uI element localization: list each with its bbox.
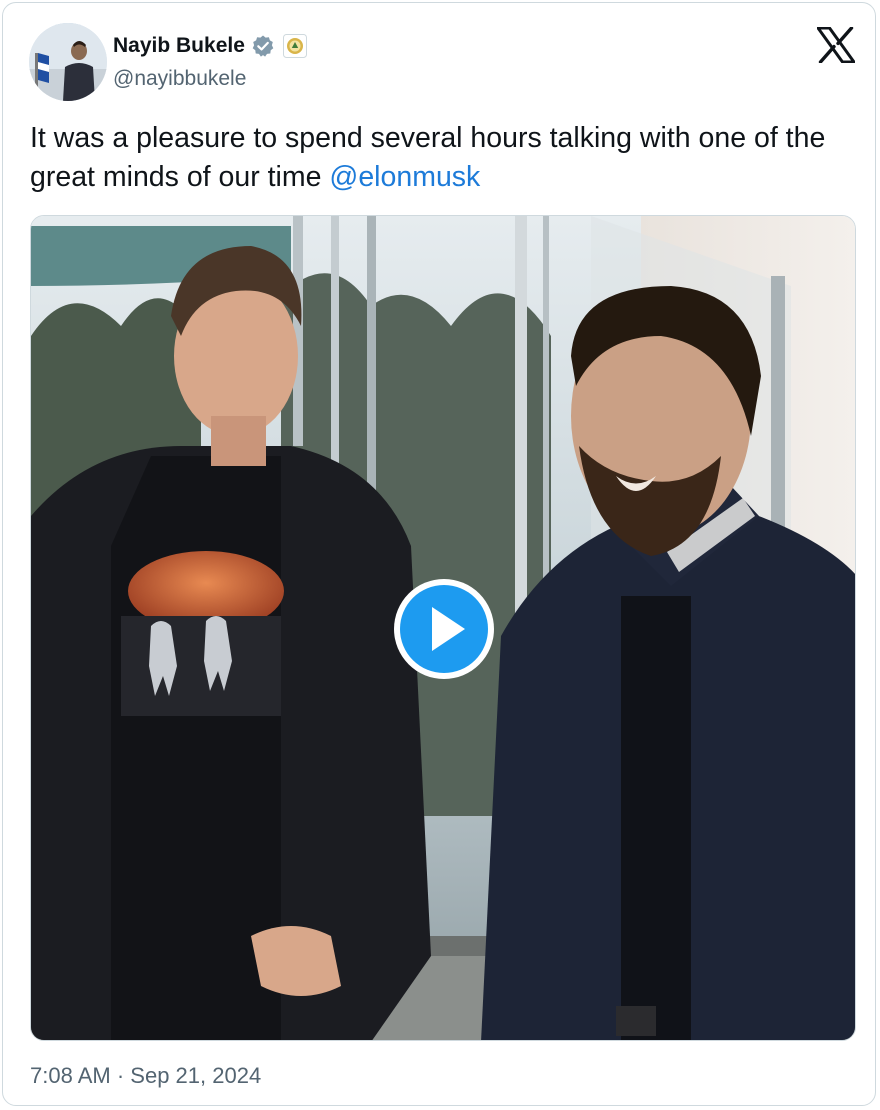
author-name-row: Nayib Bukele (113, 31, 307, 61)
profile-avatar[interactable] (29, 23, 107, 101)
government-seal-icon[interactable] (282, 34, 307, 58)
timestamp-separator: · (110, 1063, 131, 1088)
play-icon[interactable] (392, 577, 496, 681)
verified-badge-icon (252, 35, 274, 57)
mention-link[interactable]: @elonmusk (329, 161, 480, 193)
tweet-text: It was a pleasure to spend several hours… (30, 119, 850, 197)
timestamp-date: Sep 21, 2024 (130, 1063, 262, 1088)
author-handle[interactable]: @nayibbukele (113, 67, 246, 91)
video-media[interactable] (30, 215, 856, 1041)
x-logo-icon[interactable] (817, 27, 855, 63)
tweet-card: Nayib Bukele @nayibbukele It was a pleas… (2, 2, 876, 1106)
tweet-timestamp[interactable]: 7:08 AM · Sep 21, 2024 (30, 1063, 261, 1089)
author-display-name[interactable]: Nayib Bukele (113, 34, 245, 58)
timestamp-time: 7:08 AM (30, 1063, 111, 1088)
